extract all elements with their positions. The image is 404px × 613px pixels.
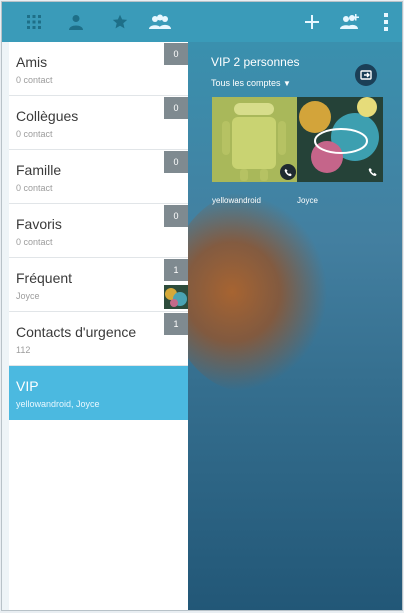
group-name: Fréquent (16, 270, 73, 286)
group-member-summary: 0 contact (16, 129, 53, 139)
group-message-icon[interactable] (355, 64, 377, 86)
group-name: Contacts d'urgence (16, 324, 137, 340)
vip-contact-tile[interactable] (297, 97, 383, 182)
plus-icon[interactable] (294, 2, 330, 42)
group-item-collegues[interactable]: Collègues 0 contact 0 (9, 96, 188, 150)
dialpad-icon[interactable] (16, 2, 52, 42)
group-item-frequent[interactable]: Fréquent Joyce 1 (9, 258, 188, 312)
more-vert-icon[interactable] (368, 2, 402, 42)
chevron-down-icon: ▼ (283, 79, 291, 88)
contacts-groups-screen: Amis 0 contact 0 Collègues 0 contact 0 F… (1, 1, 403, 611)
person-icon[interactable] (58, 2, 94, 42)
group-member-summary: 0 contact (16, 237, 53, 247)
account-filter-dropdown[interactable]: Tous les comptes ▼ (211, 78, 291, 88)
group-name: Famille (16, 162, 62, 178)
contact-thumbnail (164, 285, 188, 309)
group-item-vip[interactable]: VIP yellowandroid, Joyce (9, 366, 188, 420)
add-group-icon[interactable] (332, 2, 368, 42)
group-count-badge: 0 (164, 151, 188, 173)
group-member-summary: 0 contact (16, 75, 53, 85)
group-count-badge: 0 (164, 205, 188, 227)
group-count-badge: 1 (164, 313, 188, 335)
group-count-badge: 0 (164, 43, 188, 65)
groups-icon[interactable] (142, 2, 178, 42)
group-item-favoris[interactable]: Favoris 0 contact 0 (9, 204, 188, 258)
group-name: VIP (16, 378, 39, 394)
account-filter-label: Tous les comptes (211, 78, 281, 88)
vip-contact-name: Joyce (297, 196, 318, 205)
group-name: Favoris (16, 216, 62, 232)
group-title: VIP 2 personnes (211, 55, 300, 69)
group-name: Amis (16, 54, 48, 70)
group-name: Collègues (16, 108, 79, 124)
wallpaper-background (188, 192, 328, 392)
vip-group-detail: VIP 2 personnes Tous les comptes ▼ yello… (188, 42, 402, 610)
group-member-summary: 0 contact (16, 183, 53, 193)
group-count-badge: 0 (164, 97, 188, 119)
group-count-badge: 1 (164, 259, 188, 281)
vip-contact-name: yellowandroid (212, 196, 261, 205)
top-action-bar (2, 2, 402, 42)
vip-contact-tile[interactable] (212, 97, 298, 182)
group-item-amis[interactable]: Amis 0 contact 0 (9, 42, 188, 96)
group-item-famille[interactable]: Famille 0 contact 0 (9, 150, 188, 204)
groups-list: Amis 0 contact 0 Collègues 0 contact 0 F… (9, 42, 188, 610)
star-icon[interactable] (102, 2, 138, 42)
group-member-summary: 112 (16, 345, 31, 355)
group-item-contacts-urgence[interactable]: Contacts d'urgence 112 1 (9, 312, 188, 366)
phone-icon[interactable] (365, 164, 381, 180)
group-member-summary: yellowandroid, Joyce (16, 399, 100, 409)
phone-icon[interactable] (280, 164, 296, 180)
group-member-summary: Joyce (16, 291, 40, 301)
